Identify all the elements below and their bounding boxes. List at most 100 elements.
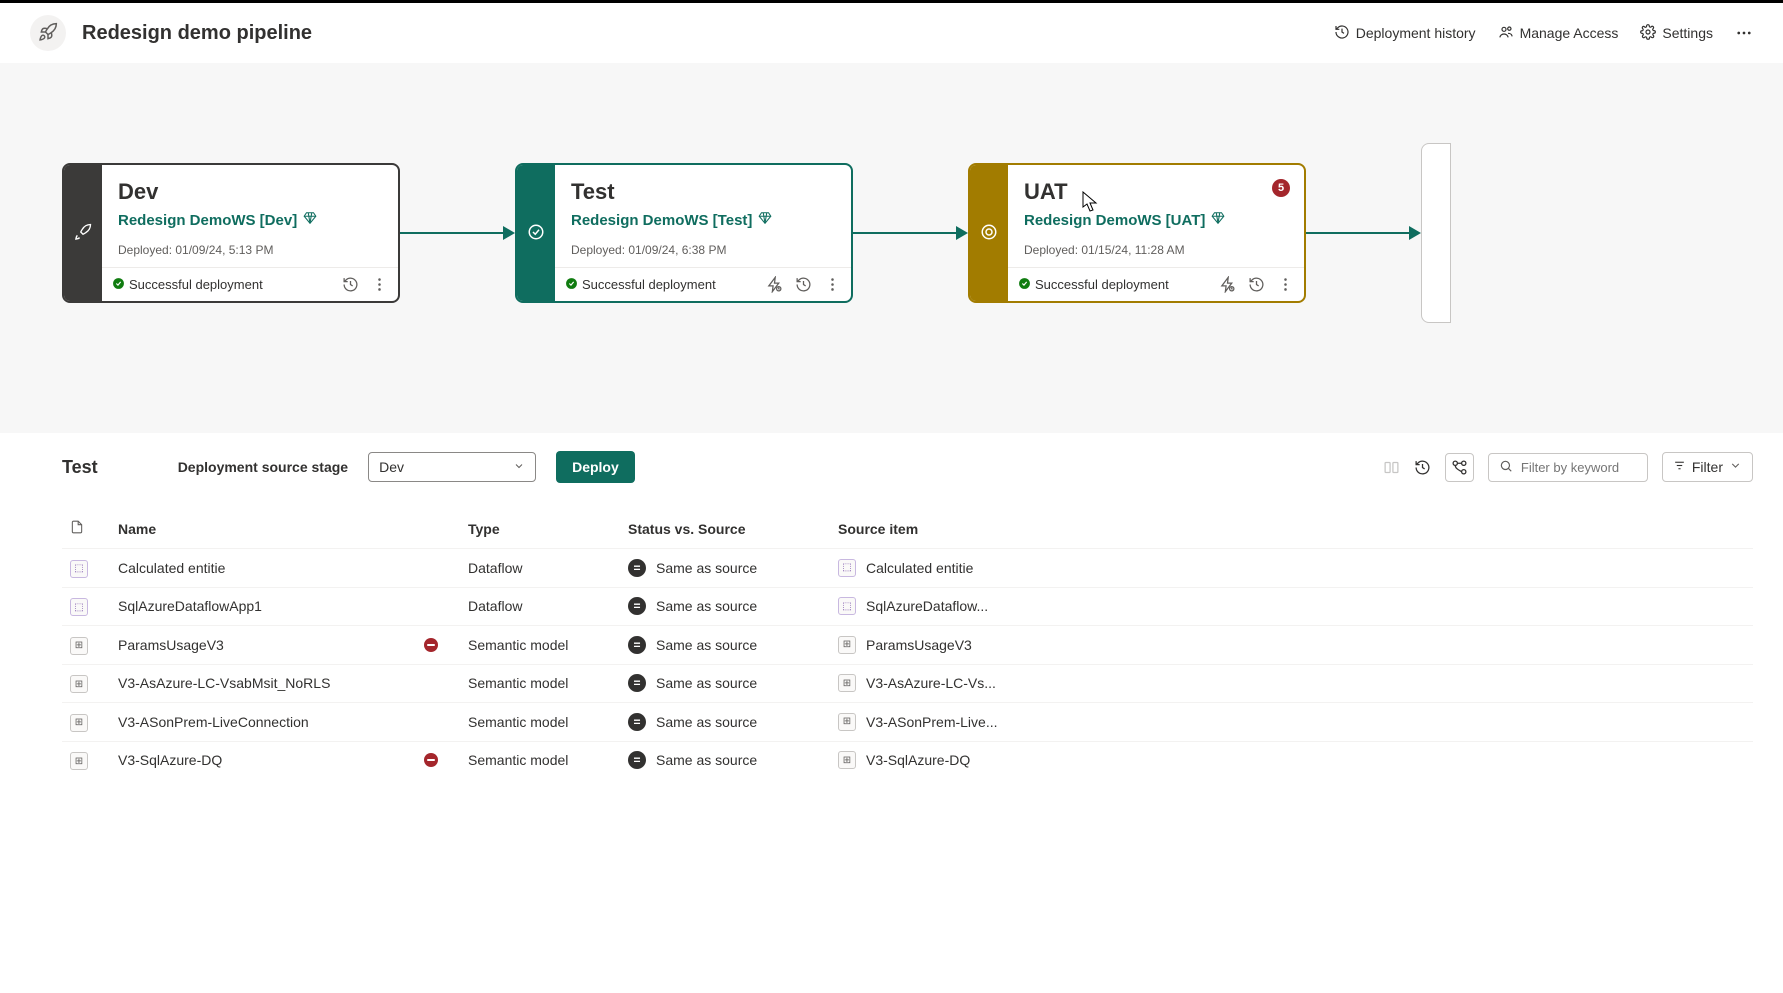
status-label: Successful deployment (1035, 277, 1169, 292)
stage-main: 5 UAT Redesign DemoWS [UAT] Deployed: 01… (1008, 165, 1304, 267)
status-label: Successful deployment (129, 277, 263, 292)
item-type: Semantic model (468, 714, 568, 730)
detail-left: Test Deployment source stage Dev Deploy (62, 451, 635, 483)
settings-button[interactable]: Settings (1640, 24, 1713, 43)
target-icon (980, 223, 998, 244)
filter-label: Filter (1692, 459, 1723, 475)
filter-button[interactable]: Filter (1662, 452, 1753, 482)
status-equal-icon (628, 713, 646, 731)
stage-more-icon[interactable] (824, 276, 841, 293)
status-label: Successful deployment (582, 277, 716, 292)
source-type-icon: ⬚ (838, 597, 856, 615)
pipeline-canvas: Dev Redesign DemoWS [Dev] Deployed: 01/0… (0, 63, 1783, 433)
stage-history-icon[interactable] (1248, 276, 1265, 293)
source-type-icon: ⊞ (838, 636, 856, 654)
source-type-icon: ⊞ (838, 713, 856, 731)
item-type-icon: ⊞ (70, 714, 88, 732)
status-equal-icon (628, 597, 646, 615)
table-row[interactable]: ⊞ V3-ASonPrem-LiveConnection Semantic mode… (62, 703, 1753, 742)
stage-card-uat[interactable]: 5 UAT Redesign DemoWS [UAT] Deployed: 01… (968, 163, 1306, 303)
table-row[interactable]: ⬚SqlAzureDataflowApp1DataflowSame as sou… (62, 587, 1753, 626)
col-type-header[interactable]: Type (460, 509, 620, 549)
deployment-history-button[interactable]: Deployment history (1334, 24, 1476, 43)
stage-badge: 5 (1272, 179, 1290, 197)
item-status: Same as source (656, 675, 757, 691)
rules-icon[interactable] (766, 276, 783, 293)
item-name: V3-AsAzure-LC-VsabMsit_NoRLS (118, 675, 330, 691)
item-status: Same as source (656, 637, 757, 653)
stage-sidebar-test (517, 165, 555, 301)
detail-history-icon[interactable] (1414, 459, 1431, 476)
rules-icon[interactable] (1219, 276, 1236, 293)
dev-icon (74, 223, 92, 244)
page-header: Redesign demo pipeline Deployment histor… (0, 0, 1783, 63)
source-type-icon: ⬚ (838, 559, 856, 577)
table-row[interactable]: ⊞V3-AsAzure-LC-VsabMsit_NoRLSSemantic mo… (62, 664, 1753, 703)
stage-more-icon[interactable] (371, 276, 388, 293)
stage-workspace-link[interactable]: Redesign DemoWS [Dev] (118, 211, 382, 229)
item-name: SqlAzureDataflowApp1 (118, 598, 262, 614)
people-icon (1498, 24, 1514, 43)
stage-workspace-link[interactable]: Redesign DemoWS [Test] (571, 211, 835, 229)
deploy-button[interactable]: Deploy (556, 451, 635, 483)
item-name: V3-SqlAzure-DQ (118, 752, 222, 768)
stage-main: Dev Redesign DemoWS [Dev] Deployed: 01/0… (102, 165, 398, 267)
item-type-icon: ⊞ (70, 752, 88, 770)
item-type-icon: ⊞ (70, 675, 88, 693)
stage-name: UAT (1024, 179, 1288, 205)
col-name-header[interactable]: Name (110, 509, 460, 549)
gear-icon (1640, 24, 1656, 43)
item-type: Dataflow (468, 560, 522, 576)
diamond-icon (758, 211, 772, 229)
stage-deployed: Deployed: 01/09/24, 6:38 PM (571, 243, 835, 257)
stage-footer: Successful deployment (1008, 267, 1304, 301)
status-equal-icon (628, 559, 646, 577)
status-equal-icon (628, 674, 646, 692)
history-label: Deployment history (1356, 25, 1476, 41)
lineage-icon[interactable] (1445, 453, 1474, 482)
stage-sidebar-dev (64, 165, 102, 301)
table-row[interactable]: ⊞V3-SqlAzure-DQSemantic modelSame as sou… (62, 741, 1753, 779)
stage-card-dev[interactable]: Dev Redesign DemoWS [Dev] Deployed: 01/0… (62, 163, 400, 303)
access-label: Manage Access (1520, 25, 1619, 41)
stage-sidebar-uat (970, 165, 1008, 301)
item-name: V3-ASonPrem-LiveConnection (118, 714, 309, 730)
stage-body: Dev Redesign DemoWS [Dev] Deployed: 01/0… (102, 165, 398, 301)
stage-name: Test (571, 179, 835, 205)
source-stage-select[interactable]: Dev (368, 452, 536, 482)
header-left: Redesign demo pipeline (30, 15, 312, 51)
workspace-label: Redesign DemoWS [UAT] (1024, 212, 1205, 229)
col-source-header[interactable]: Source item (830, 509, 1753, 549)
search-input-wrap[interactable] (1488, 453, 1648, 482)
chevron-down-icon (1729, 459, 1742, 475)
diamond-icon (303, 211, 317, 229)
stage-card-next-partial[interactable] (1421, 143, 1451, 323)
source-stage-label: Deployment source stage (178, 459, 348, 475)
rocket-icon (38, 22, 58, 45)
stage-history-icon[interactable] (342, 276, 359, 293)
stage-status: Successful deployment (1018, 277, 1169, 293)
stage-card-test[interactable]: Test Redesign DemoWS [Test] Deployed: 01… (515, 163, 853, 303)
source-item-name: ParamsUsageV3 (866, 637, 972, 653)
col-status-header[interactable]: Status vs. Source (620, 509, 830, 549)
col-icon-header (62, 509, 110, 549)
file-icon (70, 522, 84, 538)
stage-more-icon[interactable] (1277, 276, 1294, 293)
table-row[interactable]: ⊞ ParamsUsageV3 Semantic model Same as sour… (62, 626, 1753, 665)
item-name: Calculated entitie (118, 560, 225, 576)
check-icon (112, 277, 125, 293)
stage-history-icon[interactable] (795, 276, 812, 293)
item-status: Same as source (656, 752, 757, 768)
search-input[interactable] (1521, 460, 1637, 475)
arrow-uat-prod (1306, 223, 1421, 243)
item-type: Semantic model (468, 637, 568, 653)
manage-access-button[interactable]: Manage Access (1498, 24, 1619, 43)
item-type-icon: ⬚ (70, 560, 88, 578)
compare-icon[interactable] (1383, 459, 1400, 476)
stage-body: 5 UAT Redesign DemoWS [UAT] Deployed: 01… (1008, 165, 1304, 301)
source-value: Dev (379, 459, 404, 475)
stage-workspace-link[interactable]: Redesign DemoWS [UAT] (1024, 211, 1288, 229)
source-item-name: V3-SqlAzure-DQ (866, 752, 970, 768)
more-button[interactable] (1735, 24, 1753, 42)
table-row[interactable]: ⬚Calculated entitieDataflowSame as sourc… (62, 549, 1753, 588)
